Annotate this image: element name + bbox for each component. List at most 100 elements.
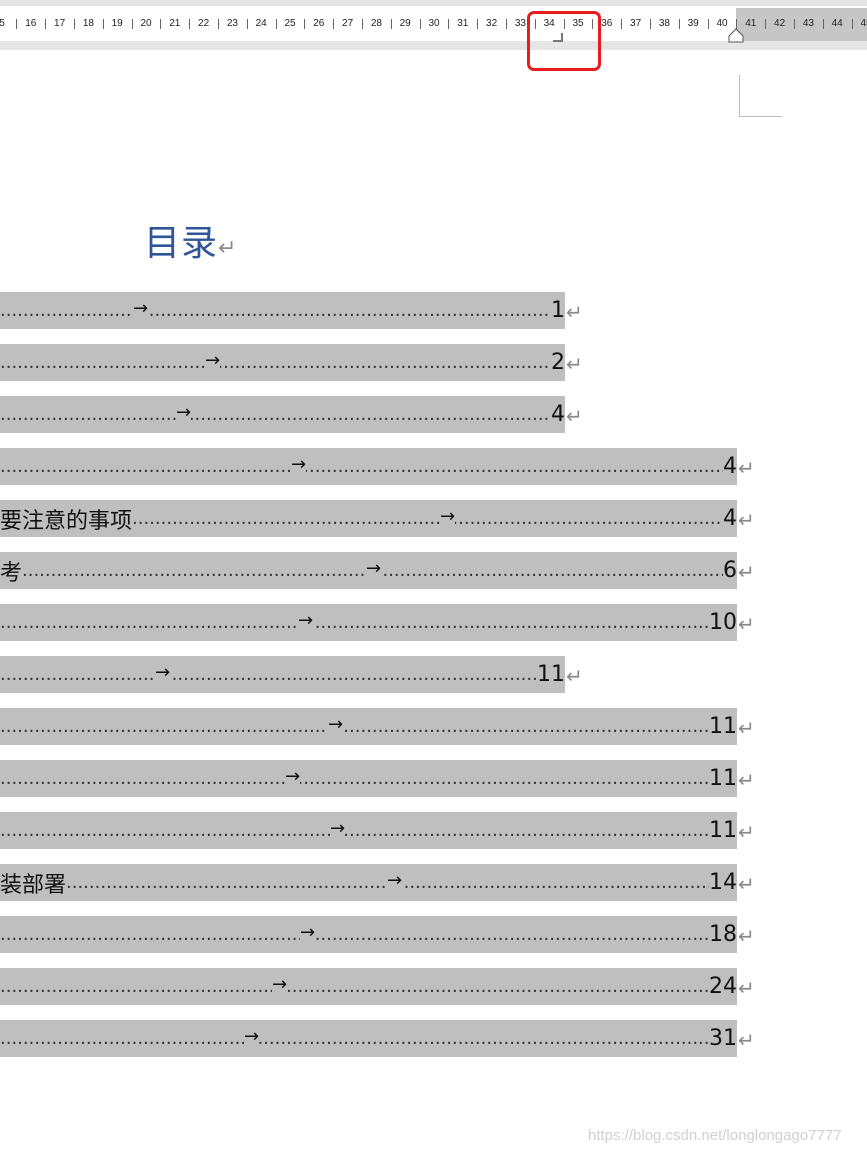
tab-mark-icon: →: [176, 402, 192, 423]
paragraph-mark: ↵: [738, 872, 755, 896]
ruler-number: 25: [284, 18, 296, 29]
ruler-number: 39: [687, 18, 699, 29]
tab-mark-icon: →: [366, 558, 382, 579]
toc-page-number: 11: [709, 766, 737, 791]
ruler-tick: [822, 19, 824, 29]
dot-leader: ........................................…: [0, 976, 709, 997]
toc-heading-text: 目录: [144, 223, 219, 264]
dot-leader: ........................................…: [0, 1028, 709, 1049]
dot-leader: ........................................…: [0, 456, 723, 477]
paragraph-mark: ↵: [738, 716, 755, 740]
toc-page-number: 4: [551, 402, 565, 427]
ruler-number: 45: [860, 18, 867, 29]
ruler-number: 31: [457, 18, 469, 29]
toc-page-number: 4: [723, 454, 737, 479]
tab-mark-icon: →: [291, 454, 307, 475]
toc-page-number: 4: [723, 506, 737, 531]
toc-entry[interactable]: ........................................…: [0, 292, 583, 329]
ruler-number: 19: [111, 18, 123, 29]
ruler-tick: [851, 19, 853, 29]
ruler-number: 22: [198, 18, 210, 29]
toc-page-number: 11: [537, 662, 565, 687]
toc-entry[interactable]: 装部署.....................................…: [0, 864, 755, 901]
ruler-number: 21: [169, 18, 181, 29]
page-corner-mark: [739, 116, 782, 117]
ruler-number: 36: [601, 18, 613, 29]
paragraph-mark: ↵: [738, 768, 755, 792]
paragraph-mark: ↵: [566, 664, 583, 688]
ruler-number: 16: [25, 18, 37, 29]
toc-entry[interactable]: ........................................…: [0, 396, 583, 433]
ruler-tick: [448, 19, 450, 29]
toc-entry[interactable]: ........................................…: [0, 448, 755, 485]
dot-leader: ........................................…: [132, 508, 723, 529]
ruler-tick: [304, 19, 306, 29]
toc-entry[interactable]: ........................................…: [0, 656, 583, 693]
tab-mark-icon: →: [244, 1026, 260, 1047]
toc-entry[interactable]: ........................................…: [0, 1020, 755, 1057]
ruler-number: 44: [831, 18, 843, 29]
toc-page-number: 6: [723, 558, 737, 583]
toc-entry[interactable]: 要注意的事项..................................…: [0, 500, 755, 537]
tab-mark-icon: →: [272, 974, 288, 995]
toc-entry[interactable]: ........................................…: [0, 760, 755, 797]
ruler-tick: [794, 19, 795, 29]
dot-leader: ........................................…: [0, 716, 709, 737]
paragraph-mark: ↵: [738, 976, 755, 1000]
tab-mark-icon: →: [285, 766, 301, 787]
ruler-number: 43: [802, 18, 814, 29]
paragraph-mark: ↵: [566, 352, 583, 376]
ruler-number: 17: [54, 18, 66, 29]
ruler-tick: [74, 19, 75, 29]
dot-leader: ........................................…: [0, 664, 537, 685]
paragraph-mark: ↵: [218, 236, 238, 261]
watermark: https://blog.csdn.net/longlongago7777: [588, 1127, 842, 1144]
ruler-number: 38: [658, 18, 670, 29]
tab-mark-icon: →: [298, 610, 314, 631]
ruler-tick: [189, 19, 191, 29]
toc-entry[interactable]: ........................................…: [0, 812, 755, 849]
paragraph-mark: ↵: [738, 456, 755, 480]
ruler-tick: [650, 19, 651, 29]
ruler-tick: [16, 19, 18, 29]
dot-leader: ........................................…: [0, 768, 709, 789]
toc-entry[interactable]: ........................................…: [0, 968, 755, 1005]
paragraph-mark: ↵: [738, 820, 755, 844]
ruler-tick: [246, 19, 248, 29]
ruler-number: 27: [342, 18, 354, 29]
ruler-number: 5: [0, 18, 5, 29]
dot-leader: ........................................…: [0, 612, 709, 633]
ruler-tick: [102, 19, 104, 29]
ruler-tick: [160, 19, 162, 29]
dot-leader: ........................................…: [0, 924, 709, 945]
toc-page-number: 2: [551, 350, 565, 375]
toc-entry-text: 要注意的事项: [0, 508, 133, 534]
ruler-number: 24: [255, 18, 267, 29]
right-indent-marker-icon[interactable]: [728, 28, 744, 43]
toc-entry[interactable]: 考.......................................…: [0, 552, 755, 589]
ruler-tick: [506, 19, 507, 29]
page-corner-mark: [739, 75, 740, 117]
horizontal-ruler[interactable]: 5 16 17 18 19 20 21 22 23 24 25 26 27 28 29 30 31 32 33 34 3…: [0, 0, 867, 50]
toc-page-number: 11: [709, 818, 737, 843]
toc-heading[interactable]: 目录↵: [144, 214, 237, 266]
ruler-tick: [678, 19, 680, 29]
tab-mark-icon: →: [300, 922, 316, 943]
paragraph-mark: ↵: [738, 612, 755, 636]
toc-entry[interactable]: ........................................…: [0, 344, 583, 381]
tab-mark-icon: →: [330, 818, 346, 839]
ruler-number: 37: [630, 18, 642, 29]
tab-mark-icon: →: [205, 350, 221, 371]
toc-page-number: 24: [709, 974, 737, 999]
toc-page-number: 18: [709, 922, 737, 947]
ruler-number: 40: [716, 18, 728, 29]
ruler-tick: [419, 19, 421, 29]
ruler-number: 29: [399, 18, 411, 29]
toc-entry[interactable]: ........................................…: [0, 708, 755, 745]
ruler-number: 30: [428, 18, 440, 29]
toc-entry[interactable]: ........................................…: [0, 604, 755, 641]
toc-entry[interactable]: ........................................…: [0, 916, 755, 953]
toc-page-number: 10: [709, 610, 737, 635]
ruler-tick: [333, 19, 335, 29]
dot-leader: ........................................…: [0, 404, 551, 425]
